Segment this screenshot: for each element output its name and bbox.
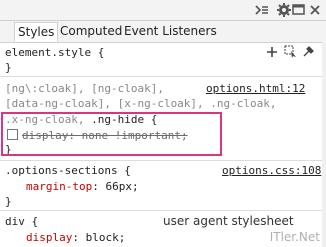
div-selector: div {: [5, 215, 39, 228]
element-style-close: }: [5, 61, 12, 74]
tab-event-listeners[interactable]: Event Listeners: [124, 22, 217, 42]
sidebar-tabs: Styles Computed Event Listeners: [0, 21, 326, 43]
add-rule-icon[interactable]: [266, 46, 278, 58]
watermark-text: ITler.Net: [269, 230, 320, 244]
console-drawer-icon[interactable]: [254, 2, 270, 18]
ng-cloak-source-link[interactable]: options.html:12: [206, 81, 305, 96]
element-state-icon[interactable]: [284, 45, 297, 58]
property-toggle-checkbox[interactable]: [7, 129, 18, 140]
property-name[interactable]: margin-top: [26, 180, 92, 193]
property-name[interactable]: display: [22, 129, 68, 142]
tab-computed[interactable]: Computed: [60, 22, 122, 42]
element-style-selector[interactable]: element.style {: [5, 45, 104, 60]
div-property: display: block;: [26, 231, 126, 244]
color-format-icon[interactable]: [302, 45, 315, 58]
tab-styles[interactable]: Styles: [14, 22, 59, 42]
property-value: block;: [85, 231, 126, 244]
property-name: display: [26, 231, 73, 244]
options-sections-property[interactable]: margin-top: 66px;: [26, 179, 139, 194]
options-sections-selector[interactable]: .options-sections {: [5, 163, 131, 178]
ng-cloak-close: }: [5, 143, 12, 156]
section-divider: [0, 76, 326, 77]
ng-cloak-selector-line1[interactable]: [ng\:cloak], [ng-cloak],: [5, 81, 164, 96]
user-agent-stylesheet-label: user agent stylesheet: [163, 214, 294, 228]
ng-cloak-selector-line3[interactable]: .x-ng-cloak, .ng-hide {: [5, 112, 157, 127]
settings-gear-icon[interactable]: [276, 2, 292, 18]
ng-cloak-selector-line2[interactable]: [data-ng-cloak], [x-ng-cloak], .ng-cloak…: [5, 96, 277, 111]
undock-window-icon[interactable]: [291, 2, 307, 18]
ng-cloak-property[interactable]: display: none !important;: [7, 128, 188, 143]
close-icon[interactable]: [307, 2, 323, 18]
property-value[interactable]: 66px;: [105, 180, 138, 193]
devtools-toolbar: [0, 0, 326, 21]
ng-hide-selector: .ng-hide {: [91, 113, 158, 126]
section-divider: [0, 210, 326, 211]
section-divider: [0, 160, 326, 161]
options-sections-close: }: [5, 195, 12, 208]
options-sections-source-link[interactable]: options.css:108: [222, 163, 321, 178]
ng-cloak-selector-part: .x-ng-cloak,: [5, 113, 85, 126]
property-value[interactable]: none !important;: [82, 129, 188, 142]
scrollbar[interactable]: [322, 42, 326, 247]
